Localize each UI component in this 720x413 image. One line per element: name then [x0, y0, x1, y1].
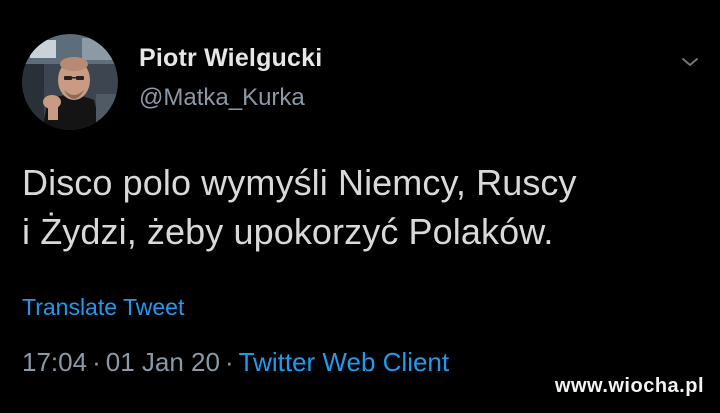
author-display-name[interactable]: Piotr Wielgucki: [139, 42, 322, 74]
author-handle[interactable]: @Matka_Kurka: [139, 83, 322, 113]
chevron-down-icon[interactable]: [678, 50, 702, 74]
watermark: www.wiocha.pl: [554, 375, 704, 397]
tweet-time[interactable]: 17:04: [22, 347, 87, 377]
tweet-text: Disco polo wymyśli Niemcy, Ruscy i Żydzi…: [22, 158, 712, 256]
tweet-card: Piotr Wielgucki @Matka_Kurka Disco polo …: [0, 0, 720, 413]
tweet-date[interactable]: 01 Jan 20: [106, 347, 220, 377]
avatar[interactable]: [22, 34, 118, 130]
tweet-text-line: i Żydzi, żeby upokorzyć Polaków.: [22, 211, 554, 252]
separator-dot: ·: [92, 347, 101, 377]
avatar-photo-icon: [22, 34, 118, 130]
translate-tweet-link[interactable]: Translate Tweet: [22, 292, 184, 322]
tweet-metadata: 17:04 · 01 Jan 20 · Twitter Web Client: [22, 345, 449, 379]
separator-dot: ·: [224, 347, 234, 377]
tweet-header: Piotr Wielgucki @Matka_Kurka: [22, 34, 702, 130]
user-info: Piotr Wielgucki @Matka_Kurka: [139, 42, 322, 113]
tweet-text-line: Disco polo wymyśli Niemcy, Ruscy: [22, 162, 577, 203]
tweet-source-link[interactable]: Twitter Web Client: [239, 347, 449, 377]
